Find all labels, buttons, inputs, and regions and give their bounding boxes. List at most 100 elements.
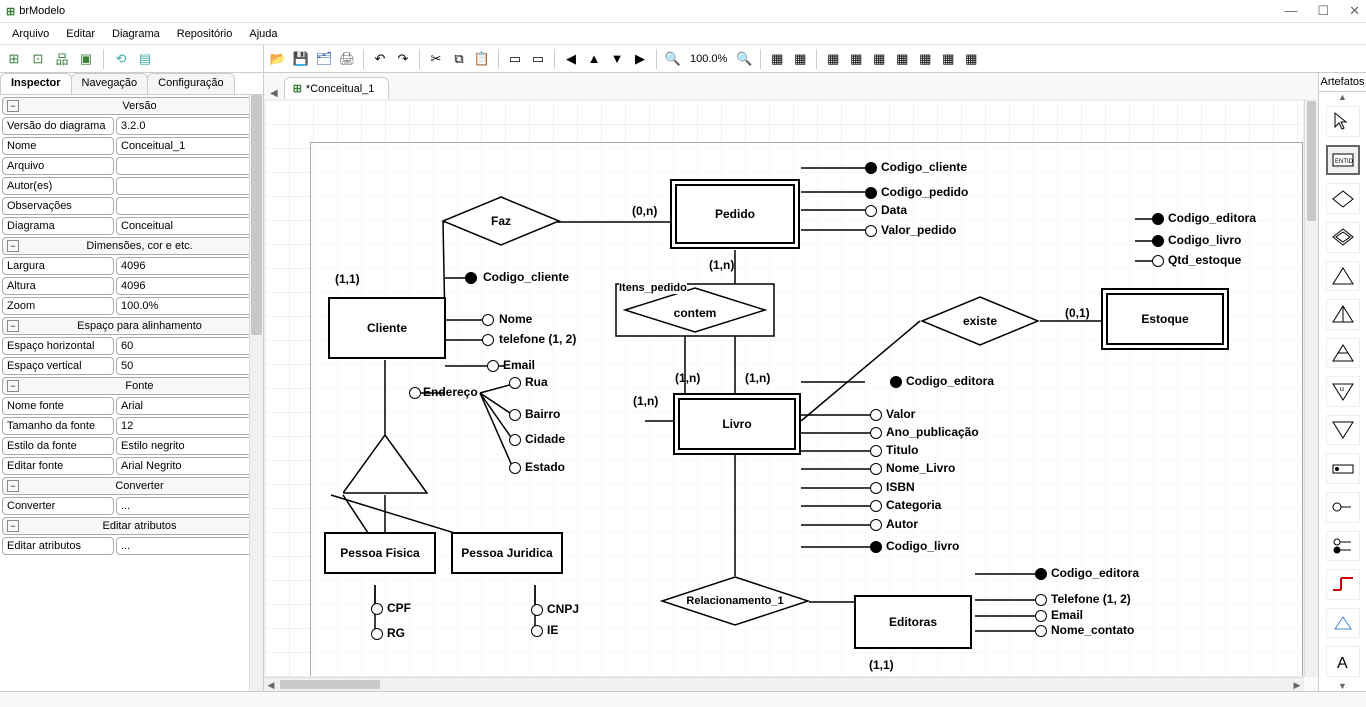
attr-livro-clivro-dot[interactable]	[870, 541, 882, 553]
attr-livro-valor-dot[interactable]	[870, 409, 882, 421]
attr-editoras-nome-dot[interactable]	[1035, 625, 1047, 637]
tool-cardinality[interactable]	[1326, 453, 1360, 484]
attr-livro-titulo-dot[interactable]	[870, 445, 882, 457]
tab-navegacao[interactable]: Navegação	[71, 73, 149, 94]
menu-ajuda[interactable]: Ajuda	[241, 26, 285, 42]
attr-cidade-dot[interactable]	[509, 434, 521, 446]
tool-specialization[interactable]	[1326, 261, 1360, 292]
tb-front-icon[interactable]: ▭	[505, 49, 525, 69]
entity-pessoa-juridica[interactable]: Pessoa Juridica	[451, 532, 563, 574]
attr-editoras-tel-dot[interactable]	[1035, 594, 1047, 606]
tb-nav-up-icon[interactable]: ▲	[584, 49, 604, 69]
tool-generalization-down[interactable]: u	[1326, 376, 1360, 407]
attr-pj-ie-dot[interactable]	[531, 625, 543, 637]
attr-livro-ano-dot[interactable]	[870, 427, 882, 439]
attr-pedido-cped-dot[interactable]	[865, 187, 877, 199]
entity-cliente[interactable]: Cliente	[328, 297, 446, 359]
menu-diagrama[interactable]: Diagrama	[104, 26, 168, 42]
attr-pedido-ccli-dot[interactable]	[865, 162, 877, 174]
tool-attribute[interactable]	[1326, 492, 1360, 523]
tb-saveall-icon[interactable]: 🗂	[314, 49, 334, 69]
attr-livro-autor-dot[interactable]	[870, 519, 882, 531]
section-espaco[interactable]: −Espaço para alinhamento	[2, 317, 257, 335]
section-editar-atributos[interactable]: −Editar atributos	[2, 517, 257, 535]
tb-grid7-icon[interactable]: ▦	[961, 49, 981, 69]
attr-pf-rg-dot[interactable]	[371, 628, 383, 640]
rp-scroll-down-icon[interactable]: ▼	[1338, 681, 1347, 691]
attr-cliente-email-dot[interactable]	[487, 360, 499, 372]
attr-pj-cnpj-dot[interactable]	[531, 604, 543, 616]
attr-pf-cpf-dot[interactable]	[371, 603, 383, 615]
close-icon[interactable]: ✕	[1349, 3, 1360, 19]
attr-cliente-tel-dot[interactable]	[482, 334, 494, 346]
menu-repositorio[interactable]: Repositório	[169, 26, 241, 42]
tb-align2-icon[interactable]: ▦	[790, 49, 810, 69]
tb-refr-icon[interactable]: ⟲	[111, 49, 131, 69]
tool-specialization-up[interactable]	[1326, 299, 1360, 330]
tool-union[interactable]	[1326, 338, 1360, 369]
tb-nav-right-icon[interactable]: ▶	[630, 49, 650, 69]
section-dimensoes[interactable]: −Dimensões, cor e etc.	[2, 237, 257, 255]
rel-faz[interactable]: Faz	[441, 196, 561, 246]
attr-livro-ced-dot[interactable]	[890, 376, 902, 388]
tool-entity[interactable]: ENTID	[1326, 145, 1360, 176]
tb-align1-icon[interactable]: ▦	[767, 49, 787, 69]
tb-grid1-icon[interactable]: ▦	[823, 49, 843, 69]
entity-estoque[interactable]: Estoque	[1101, 288, 1229, 350]
tool-attribute-key[interactable]	[1326, 531, 1360, 562]
attr-estoque-cliv-dot[interactable]	[1152, 235, 1164, 247]
tb-paste-icon[interactable]: 📋	[472, 49, 492, 69]
rel-existe[interactable]: existe	[920, 296, 1040, 346]
tb-cut-icon[interactable]: ✂	[426, 49, 446, 69]
attr-editoras-email-dot[interactable]	[1035, 610, 1047, 622]
tb-grid5-icon[interactable]: ▦	[915, 49, 935, 69]
tb-grid4-icon[interactable]: ▦	[892, 49, 912, 69]
menu-editar[interactable]: Editar	[58, 26, 103, 42]
tb-save-icon[interactable]: 💾	[291, 49, 311, 69]
attr-pedido-data-dot[interactable]	[865, 205, 877, 217]
tb-grid3-icon[interactable]: ▦	[869, 49, 889, 69]
canvas[interactable]: Cliente Pedido Livro Estoque Editoras Pe…	[264, 99, 1304, 677]
tab-prev-icon[interactable]: ◀	[270, 88, 278, 99]
attr-bairro-dot[interactable]	[509, 409, 521, 421]
tb-hier-icon[interactable]: ▣	[76, 49, 96, 69]
tb-nav-down-icon[interactable]: ▼	[607, 49, 627, 69]
minimize-icon[interactable]: —	[1284, 3, 1297, 19]
menu-arquivo[interactable]: Arquivo	[4, 26, 57, 42]
tb-grid2-icon[interactable]: ▦	[846, 49, 866, 69]
maximize-icon[interactable]: ☐	[1317, 3, 1329, 19]
section-versao[interactable]: −Versão	[2, 97, 257, 115]
tb-zoomout-icon[interactable]: 🔍	[734, 49, 754, 69]
specialization-triangle[interactable]	[343, 435, 428, 495]
section-converter[interactable]: −Converter	[2, 477, 257, 495]
canvas-h-scrollbar[interactable]: ◀ ▶	[264, 677, 1304, 691]
attr-estado-dot[interactable]	[509, 462, 521, 474]
tb-open-icon[interactable]: 📂	[268, 49, 288, 69]
attr-livro-nome-dot[interactable]	[870, 463, 882, 475]
tb-export-icon[interactable]: ▤	[135, 49, 155, 69]
tool-weak-relationship[interactable]	[1326, 222, 1360, 253]
entity-livro[interactable]: Livro	[673, 393, 801, 455]
rel-relacionamento1[interactable]: Relacionamento_1	[660, 576, 810, 626]
section-fonte[interactable]: −Fonte	[2, 377, 257, 395]
attr-cliente-codigo-dot[interactable]	[465, 272, 477, 284]
tb-redo-icon[interactable]: ↷	[393, 49, 413, 69]
tb-grid6-icon[interactable]: ▦	[938, 49, 958, 69]
attr-endereco-dot[interactable]	[409, 387, 421, 399]
tool-relationship[interactable]	[1326, 183, 1360, 214]
tool-generalization[interactable]	[1326, 415, 1360, 446]
tb-zoomin-icon[interactable]: 🔍	[663, 49, 683, 69]
attr-pedido-valor-dot[interactable]	[865, 225, 877, 237]
attr-cliente-nome-dot[interactable]	[482, 314, 494, 326]
entity-pessoa-fisica[interactable]: Pessoa Fisica	[324, 532, 436, 574]
tool-link[interactable]	[1326, 569, 1360, 600]
attr-rua-dot[interactable]	[509, 377, 521, 389]
attr-estoque-qtd-dot[interactable]	[1152, 255, 1164, 267]
rp-scroll-up-icon[interactable]: ▲	[1338, 92, 1347, 102]
tb-print-icon[interactable]: 🖨	[337, 49, 357, 69]
canvas-v-scrollbar[interactable]	[1304, 99, 1318, 677]
tool-text[interactable]: A	[1326, 646, 1360, 677]
tab-inspector[interactable]: Inspector	[0, 73, 72, 94]
tb-tree-icon[interactable]: 品	[52, 49, 72, 69]
tb-back-icon[interactable]: ▭	[528, 49, 548, 69]
